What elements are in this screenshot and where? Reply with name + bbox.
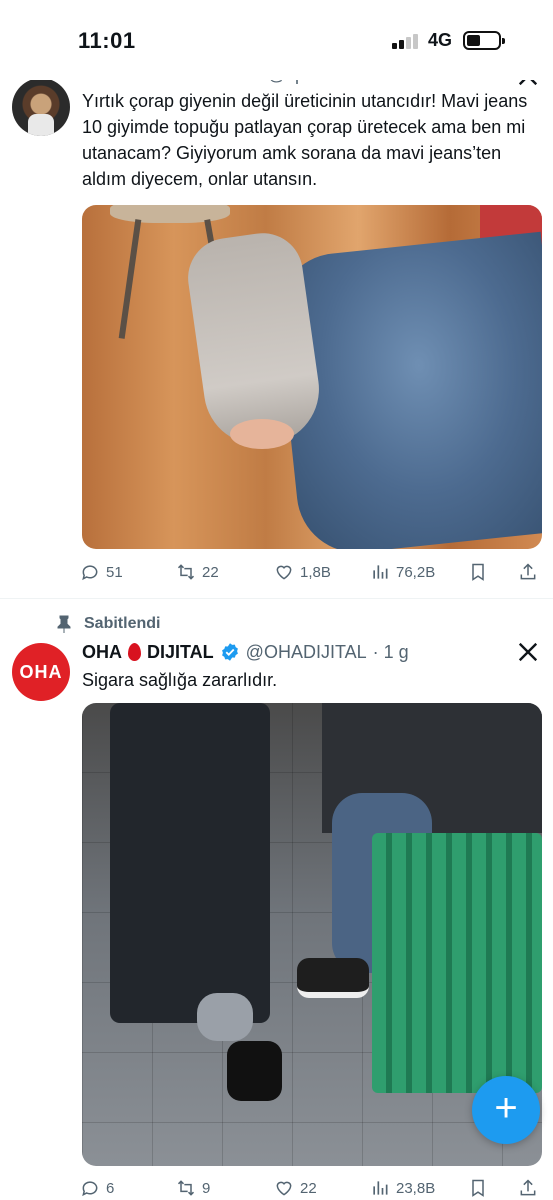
tweet-actions: 6 9 22 23,8B <box>80 1174 542 1200</box>
tweet-video[interactable] <box>82 703 542 1166</box>
pin-icon <box>57 615 71 633</box>
views-button[interactable]: 23,8B <box>370 1174 435 1200</box>
pinned-indicator: Sabitlendi <box>56 613 160 635</box>
repost-count: 22 <box>202 563 219 581</box>
views-button[interactable]: 76,2B <box>370 558 435 586</box>
share-icon[interactable] <box>518 1178 538 1198</box>
author-handle[interactable]: @OHADIJITAL <box>246 642 367 663</box>
bookmark-icon[interactable] <box>468 562 488 582</box>
reply-icon <box>82 1181 98 1197</box>
tweet-text: Yırtık çorap giyenin değil üreticinin ut… <box>82 91 528 189</box>
views-icon <box>373 1181 388 1195</box>
signal-icon <box>392 33 420 49</box>
tweet-header: OHA DIJITAL @OHADIJITAL · 1 g <box>82 640 409 664</box>
reply-count: 51 <box>106 563 123 581</box>
like-count: 22 <box>300 1179 317 1197</box>
like-count: 1,8B <box>300 563 331 581</box>
view-count: 23,8B <box>396 1179 436 1197</box>
tweet-divider <box>0 598 553 599</box>
share-icon[interactable] <box>518 562 538 582</box>
battery-icon <box>463 31 505 50</box>
repost-icon <box>177 1180 195 1196</box>
like-button[interactable]: 22 <box>274 1174 317 1200</box>
repost-count: 9 <box>202 1179 211 1197</box>
tweet-text: Sigara sağlığa zararlıdır. <box>82 670 278 690</box>
repost-button[interactable]: 9 <box>176 1174 210 1200</box>
pinned-label: Sabitlendi <box>84 615 161 632</box>
bookmark-icon[interactable] <box>468 1178 488 1198</box>
view-count: 76,2B <box>396 563 436 581</box>
tweet-actions: 51 22 1,8B 76,2B <box>80 558 542 586</box>
repost-icon <box>177 564 195 580</box>
like-button[interactable]: 1,8B <box>274 558 331 586</box>
reply-icon <box>82 565 98 581</box>
heart-icon <box>276 1181 292 1196</box>
avatar-logo-text: OHA <box>19 661 63 682</box>
avatar[interactable]: OHA <box>12 643 70 701</box>
author-name[interactable]: OHA <box>82 642 122 663</box>
reply-button[interactable]: 51 <box>80 558 123 586</box>
tweet-card[interactable]: Tevbo ❄ Winterrellen @sptcendista... 2 s… <box>0 60 553 600</box>
status-bar: 11:01 4G <box>0 0 553 80</box>
repost-button[interactable]: 22 <box>176 558 219 586</box>
plus-icon: + <box>494 1086 518 1130</box>
author-name-suffix[interactable]: DIJITAL <box>147 642 214 663</box>
status-time: 11:01 <box>78 28 136 53</box>
verified-badge-icon <box>221 643 238 661</box>
tweet-time: · 1 g <box>372 641 409 662</box>
heart-icon <box>276 565 292 580</box>
reply-button[interactable]: 6 <box>80 1174 114 1200</box>
network-type: 4G <box>428 30 453 50</box>
avatar[interactable] <box>12 78 70 136</box>
tweet-image[interactable] <box>82 205 542 549</box>
blood-drop-icon <box>128 643 141 661</box>
x-logo-icon <box>518 642 538 662</box>
compose-button[interactable]: + <box>472 1076 540 1144</box>
views-icon <box>373 565 388 579</box>
reply-count: 6 <box>106 1179 115 1197</box>
